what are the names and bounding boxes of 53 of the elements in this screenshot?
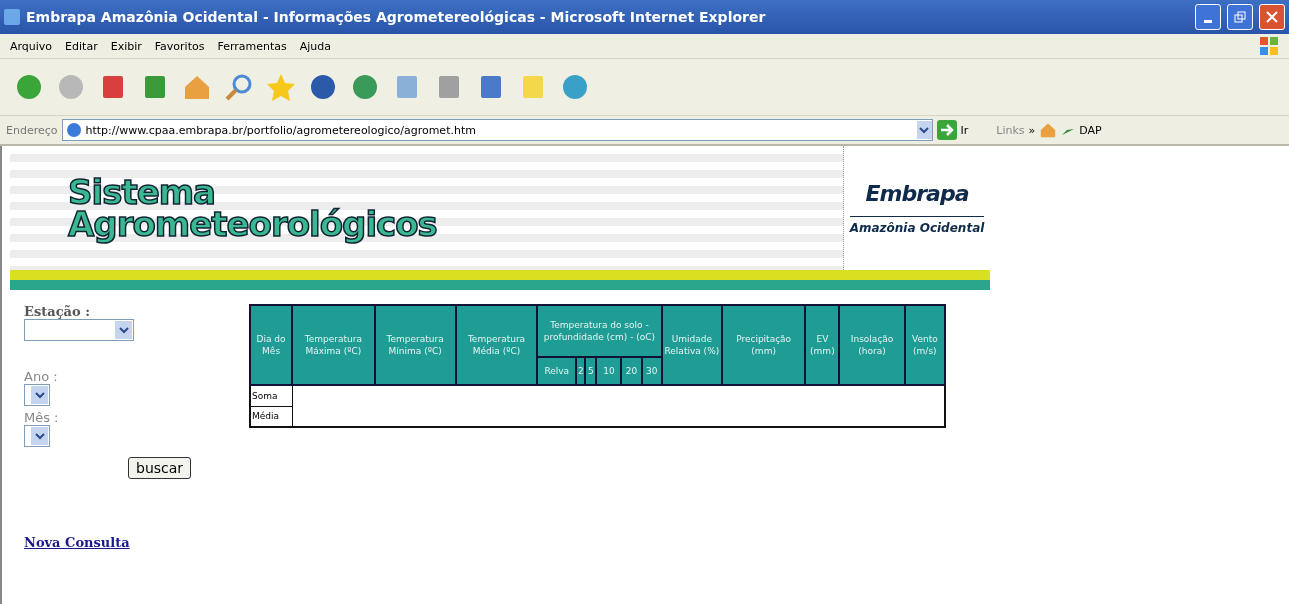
menu-item[interactable]: Ajuda [299, 39, 332, 53]
column-header: Umidade Relativa (%) [661, 305, 722, 385]
row-label: Soma [250, 385, 293, 406]
search-icon[interactable] [224, 72, 254, 102]
new-query-link[interactable]: Nova Consulta [24, 535, 229, 550]
chevron-down-icon [118, 326, 129, 334]
column-header: 2 [576, 357, 586, 385]
menu-item[interactable]: Favoritos [154, 39, 205, 53]
close-button[interactable] [1259, 4, 1285, 30]
column-header: Insolação (hora) [839, 305, 905, 385]
go-button[interactable]: Ir [960, 123, 969, 137]
address-field[interactable]: http://www.cpaa.embrapa.br/portfolio/agrometereologico/agromet.htm [61, 119, 933, 141]
logo-subtitle: Amazônia Ocidental [849, 216, 985, 235]
chevron-down-icon [34, 432, 45, 440]
menu-item[interactable]: Editar [65, 39, 98, 53]
dropdown-field[interactable] [24, 319, 134, 341]
star-icon[interactable] [266, 72, 296, 102]
close-icon [1266, 11, 1278, 23]
column-header: Temperatura Máxima (ºC) [292, 305, 375, 385]
restore-button[interactable] [1227, 4, 1253, 30]
link[interactable]: DAP [1079, 123, 1102, 137]
row-label: Média [250, 406, 293, 427]
column-header: Vento (m/s) [904, 305, 945, 385]
logo-text: Embrapa [865, 181, 969, 206]
window-title: Embrapa Amazônia Ocidental - Informações Agrometereológicas - Microsoft Internet Explorer [26, 9, 767, 25]
windows-flag-icon [1259, 36, 1279, 56]
column-header: 5 [585, 357, 597, 385]
links-chevron[interactable]: » [1028, 123, 1036, 137]
address-label: Endereço [6, 123, 58, 137]
column-header: EV (mm) [805, 305, 840, 385]
menu-item[interactable]: Ferramentas [217, 39, 287, 53]
column-header: Temperatura Mínima (ºC) [374, 305, 456, 385]
restore-icon [1234, 11, 1246, 23]
menu-item[interactable]: Exibir [110, 39, 142, 53]
home-icon[interactable] [1039, 121, 1058, 139]
column-header: Temperatura Média (ºC) [455, 305, 538, 385]
dropdown-button[interactable] [916, 121, 932, 139]
field-label: Estação : [24, 304, 91, 319]
menu-item[interactable]: Arquivo [10, 39, 53, 53]
minimize-button[interactable] [1195, 4, 1221, 30]
column-header: Precipitação (mm) [721, 305, 806, 385]
column-header: Dia do Mês [250, 305, 293, 385]
dropdown-field[interactable] [24, 425, 50, 447]
chevron-down-icon [919, 126, 929, 134]
chevron-down-icon [34, 391, 45, 399]
minimize-icon [1204, 19, 1212, 23]
field-label: Mês : [24, 410, 60, 425]
banner-title: Sistema [68, 176, 216, 208]
field-label: Ano : [24, 369, 59, 384]
links-label: Links [996, 123, 1025, 137]
column-header: Temperatura do solo - profundidade (cm) - (oC) [537, 305, 662, 357]
dropdown-field[interactable] [24, 384, 50, 406]
search-button[interactable]: buscar [128, 457, 192, 479]
